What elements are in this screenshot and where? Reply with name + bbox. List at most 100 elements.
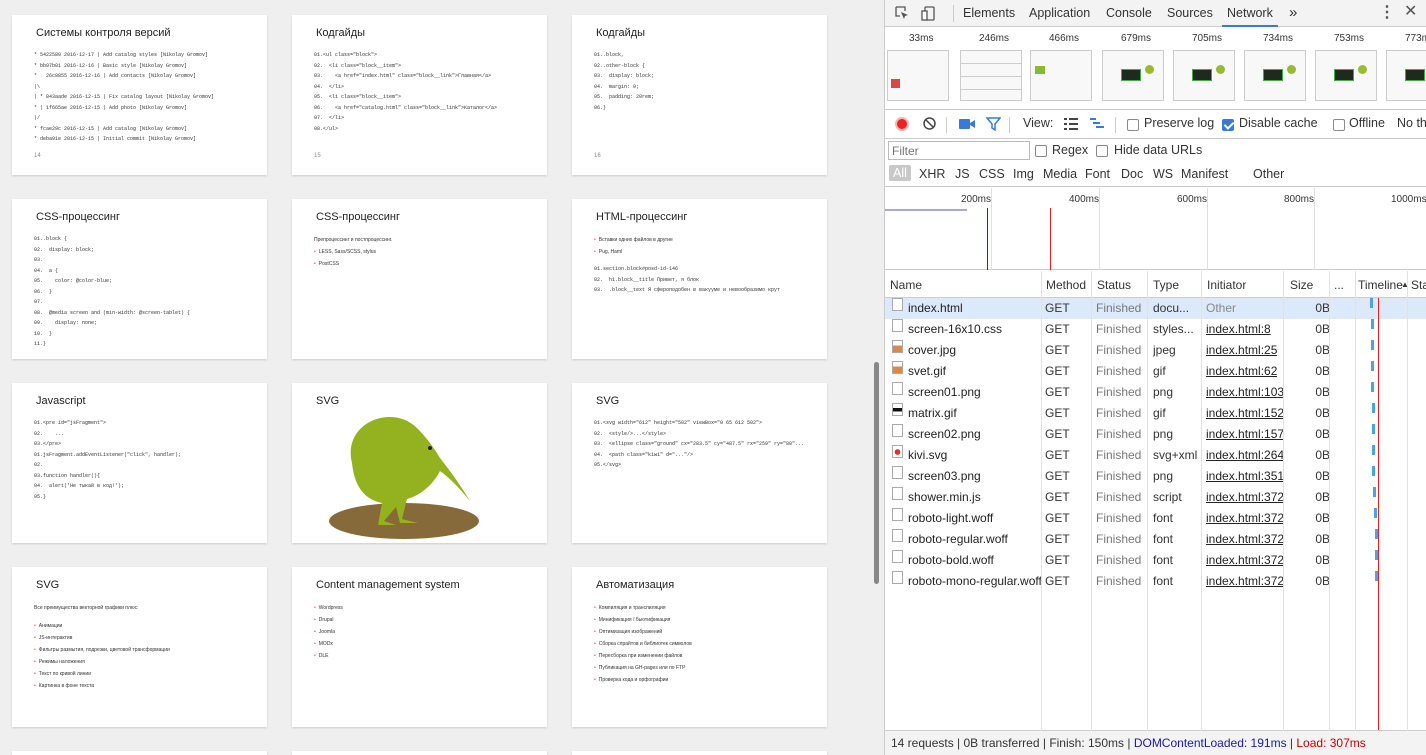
frame-thumbnail[interactable]: [1030, 50, 1092, 101]
request-initiator[interactable]: index.html:351: [1206, 466, 1284, 487]
filter-type-doc[interactable]: Doc: [1121, 167, 1143, 181]
frame-thumbnail[interactable]: [1173, 50, 1235, 101]
col-status[interactable]: Status: [1097, 278, 1131, 292]
slide[interactable]: Кодгайды 01.<ul class="block"> 02. <li cla…: [292, 15, 547, 175]
large-rows-icon[interactable]: [1064, 118, 1078, 133]
device-toolbar-icon[interactable]: [921, 6, 936, 24]
bullet-item: Проверка кода и орфографии: [594, 674, 827, 686]
request-initiator[interactable]: index.html:103: [1206, 382, 1284, 403]
slide[interactable]: CSS-процессинг 01..block {02. display: bl…: [12, 199, 267, 359]
request-initiator[interactable]: Other: [1206, 298, 1236, 319]
col-status-2[interactable]: Sta: [1411, 278, 1426, 292]
request-initiator[interactable]: index.html:157: [1206, 424, 1284, 445]
waterfall-icon[interactable]: [1090, 118, 1104, 133]
tab-network[interactable]: Network: [1222, 0, 1278, 27]
code-line: * 26c8855 2016-12-16 | Add contacts [Nik…: [34, 73, 197, 79]
bullet-item: Компиляция и транспиляция: [594, 602, 827, 614]
slide[interactable]: Javascript 01.<pre id="jsFragment"> 02. ..…: [12, 383, 267, 543]
request-row[interactable]: screen03.png GET Finished png index.html:351…: [885, 466, 1426, 487]
request-row[interactable]: shower.min.js GET Finished script index.html…: [885, 487, 1426, 508]
slide[interactable]: SVG: [292, 383, 547, 543]
code-line: 01.section.block#posd-id-146: [594, 266, 679, 272]
request-row[interactable]: cover.jpg GET Finished jpeg index.html:25 0B: [885, 340, 1426, 361]
slide[interactable]: Content management system WordpressDrupal…: [292, 567, 547, 727]
request-row[interactable]: roboto-regular.woff GET Finished font index.…: [885, 529, 1426, 550]
slide[interactable]: Системы контроля версий * 5422589 2016-12…: [12, 15, 267, 175]
filter-type-all[interactable]: All: [889, 165, 911, 181]
inspect-element-icon[interactable]: [895, 6, 910, 24]
request-initiator[interactable]: index.html:372: [1206, 508, 1284, 529]
bullet-item: Текст по кривой линии: [34, 668, 267, 680]
more-tabs-button[interactable]: »: [1289, 0, 1297, 27]
slide[interactable]: HTML-процессинг Вставки одних файлов в др…: [572, 199, 827, 359]
filter-type-xhr[interactable]: XHR: [919, 167, 945, 181]
record-icon[interactable]: [895, 117, 909, 131]
frame-thumbnail[interactable]: [1386, 50, 1426, 101]
frame-thumbnail[interactable]: [1102, 50, 1164, 101]
filter-icon[interactable]: [985, 117, 1002, 134]
slide[interactable]: CSS-процессинг Препроцессинг и постпроцес…: [292, 199, 547, 359]
col-type[interactable]: Type: [1153, 278, 1179, 292]
throttling-select[interactable]: No th: [1397, 116, 1426, 130]
filter-type-css[interactable]: CSS: [979, 167, 1005, 181]
request-initiator[interactable]: index.html:372: [1206, 487, 1284, 508]
regex-checkbox[interactable]: [1035, 145, 1047, 157]
filter-input[interactable]: [888, 141, 1030, 160]
col-initiator[interactable]: Initiator: [1207, 278, 1246, 292]
slide[interactable]: SVG Все преимущества векторной графики пл…: [12, 567, 267, 727]
request-row[interactable]: screen01.png GET Finished png index.html:103…: [885, 382, 1426, 403]
request-row[interactable]: roboto-bold.woff GET Finished font index.htm…: [885, 550, 1426, 571]
request-initiator[interactable]: index.html:372: [1206, 529, 1284, 550]
col-method[interactable]: Method: [1046, 278, 1086, 292]
menu-dots-icon[interactable]: ⋮: [1379, 5, 1395, 21]
col-size[interactable]: Size: [1290, 278, 1313, 292]
frame-thumbnail[interactable]: [1315, 50, 1377, 101]
request-row[interactable]: kivi.svg GET Finished svg+xml index.html:264…: [885, 445, 1426, 466]
close-icon[interactable]: ✕: [1404, 4, 1417, 20]
request-initiator[interactable]: index.html:372: [1206, 550, 1284, 571]
request-initiator[interactable]: index.html:372: [1206, 571, 1284, 592]
clear-icon[interactable]: [922, 116, 937, 134]
filter-type-font[interactable]: Font: [1085, 167, 1110, 181]
slide[interactable]: Автоматизация Компиляция и транспиляцияМи…: [572, 567, 827, 727]
offline-checkbox[interactable]: [1333, 119, 1345, 131]
request-initiator[interactable]: index.html:62: [1206, 361, 1277, 382]
filter-type-img[interactable]: Img: [1013, 167, 1034, 181]
code-line: 04. alert('Не тыкай в код!');: [34, 483, 125, 489]
col-name[interactable]: Name: [890, 278, 922, 292]
request-initiator[interactable]: index.html:8: [1206, 319, 1271, 340]
request-row[interactable]: roboto-mono-regular.woff GET Finished font i…: [885, 571, 1426, 592]
frame-thumbnail[interactable]: [887, 50, 949, 101]
request-initiator[interactable]: index.html:152: [1206, 403, 1284, 424]
frame-thumbnail[interactable]: [960, 50, 1022, 101]
tab-console[interactable]: Console: [1106, 0, 1152, 27]
filter-type-manifest[interactable]: Manifest: [1181, 167, 1228, 181]
filter-type-media[interactable]: Media: [1043, 167, 1077, 181]
filter-type-js[interactable]: JS: [955, 167, 970, 181]
filter-type-other[interactable]: Other: [1253, 167, 1284, 181]
preserve-log-checkbox[interactable]: [1127, 119, 1139, 131]
request-name: screen01.png: [908, 385, 981, 399]
request-row[interactable]: screen-16x10.css GET Finished styles... inde…: [885, 319, 1426, 340]
request-row[interactable]: roboto-light.woff GET Finished font index.ht…: [885, 508, 1426, 529]
capture-screenshots-icon[interactable]: [959, 118, 975, 133]
tab-application[interactable]: Application: [1029, 0, 1090, 27]
hide-data-urls-checkbox[interactable]: [1096, 145, 1108, 157]
slides-scrollbar[interactable]: [874, 362, 879, 584]
filter-type-ws[interactable]: WS: [1153, 167, 1173, 181]
col-timeline[interactable]: Timeline: [1358, 278, 1403, 292]
request-row[interactable]: screen02.png GET Finished png index.html:157…: [885, 424, 1426, 445]
col-more[interactable]: ...: [1334, 278, 1344, 292]
tab-elements[interactable]: Elements: [963, 0, 1015, 27]
request-row[interactable]: svet.gif GET Finished gif index.html:62 0B: [885, 361, 1426, 382]
request-initiator[interactable]: index.html:25: [1206, 340, 1277, 361]
request-row[interactable]: index.html GET Finished docu... Other 0B: [885, 298, 1426, 319]
request-row[interactable]: matrix.gif GET Finished gif index.html:152 0B: [885, 403, 1426, 424]
disable-cache-checkbox[interactable]: [1222, 119, 1234, 131]
tab-sources[interactable]: Sources: [1167, 0, 1213, 27]
frame-thumbnail[interactable]: [1244, 50, 1306, 101]
code-line: * bb97b01 2016-12-16 | Basic style [Niko…: [34, 62, 188, 69]
slide[interactable]: SVG 01.<svg width="612" height="502" view…: [572, 383, 827, 543]
request-initiator[interactable]: index.html:264: [1206, 445, 1284, 466]
slide[interactable]: Кодгайды 01..block, 02..other-block {03. d…: [572, 15, 827, 175]
